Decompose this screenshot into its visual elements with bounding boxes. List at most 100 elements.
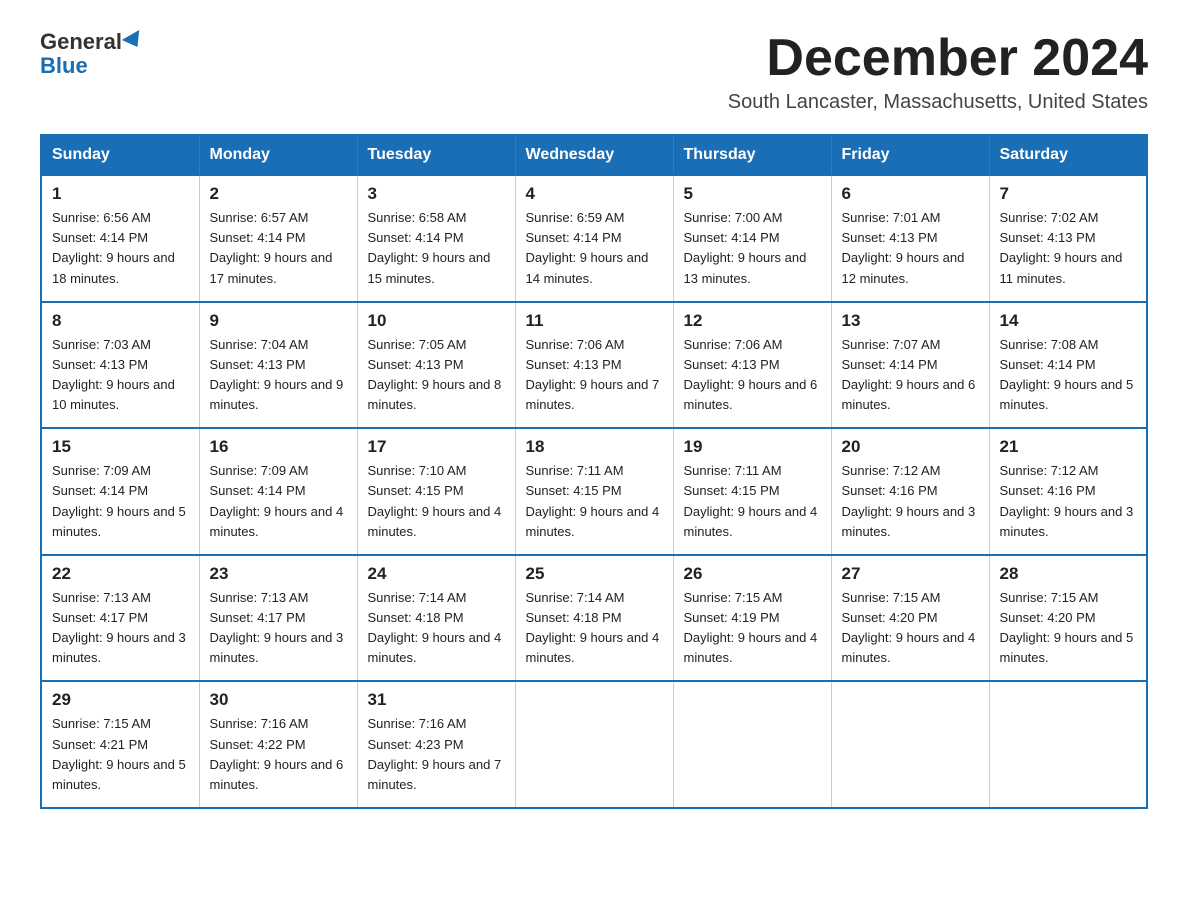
day-info: Sunrise: 6:58 AMSunset: 4:14 PMDaylight:… [368, 210, 491, 285]
calendar-day [831, 681, 989, 808]
day-number: 1 [52, 184, 189, 204]
day-number: 22 [52, 564, 189, 584]
day-info: Sunrise: 7:12 AMSunset: 4:16 PMDaylight:… [842, 463, 976, 538]
day-info: Sunrise: 7:13 AMSunset: 4:17 PMDaylight:… [210, 590, 344, 665]
calendar-day: 12 Sunrise: 7:06 AMSunset: 4:13 PMDayligh… [673, 302, 831, 429]
day-number: 8 [52, 311, 189, 331]
calendar-day: 5 Sunrise: 7:00 AMSunset: 4:14 PMDaylight… [673, 175, 831, 302]
day-number: 5 [684, 184, 821, 204]
day-number: 10 [368, 311, 505, 331]
calendar-week-3: 15Sunrise: 7:09 AMSunset: 4:14 PMDayligh… [41, 428, 1147, 555]
day-number: 19 [684, 437, 821, 457]
logo-general-text: General [40, 29, 122, 54]
day-info: Sunrise: 7:15 AMSunset: 4:19 PMDaylight:… [684, 590, 818, 665]
day-info: Sunrise: 7:16 AMSunset: 4:23 PMDaylight:… [368, 716, 502, 791]
calendar-day: 6 Sunrise: 7:01 AMSunset: 4:13 PMDaylight… [831, 175, 989, 302]
calendar-day: 1 Sunrise: 6:56 AMSunset: 4:14 PMDaylight… [41, 175, 199, 302]
calendar-day: 14 Sunrise: 7:08 AMSunset: 4:14 PMDayligh… [989, 302, 1147, 429]
day-info: Sunrise: 7:06 AMSunset: 4:13 PMDaylight:… [526, 337, 660, 412]
day-number: 14 [1000, 311, 1137, 331]
calendar-day: 13Sunrise: 7:07 AMSunset: 4:14 PMDayligh… [831, 302, 989, 429]
calendar-day: 29 Sunrise: 7:15 AMSunset: 4:21 PMDayligh… [41, 681, 199, 808]
day-info: Sunrise: 6:57 AMSunset: 4:14 PMDaylight:… [210, 210, 333, 285]
calendar-header: SundayMondayTuesdayWednesdayThursdayFrid… [41, 135, 1147, 175]
calendar-day: 8Sunrise: 7:03 AMSunset: 4:13 PMDaylight… [41, 302, 199, 429]
calendar-day: 26 Sunrise: 7:15 AMSunset: 4:19 PMDayligh… [673, 555, 831, 682]
day-info: Sunrise: 7:00 AMSunset: 4:14 PMDaylight:… [684, 210, 807, 285]
calendar-day: 30 Sunrise: 7:16 AMSunset: 4:22 PMDayligh… [199, 681, 357, 808]
day-number: 29 [52, 690, 189, 710]
header-cell-saturday: Saturday [989, 135, 1147, 175]
day-number: 6 [842, 184, 979, 204]
calendar-day: 31 Sunrise: 7:16 AMSunset: 4:23 PMDayligh… [357, 681, 515, 808]
day-number: 7 [1000, 184, 1137, 204]
calendar-day: 3Sunrise: 6:58 AMSunset: 4:14 PMDaylight… [357, 175, 515, 302]
calendar-day: 7Sunrise: 7:02 AMSunset: 4:13 PMDaylight… [989, 175, 1147, 302]
day-number: 26 [684, 564, 821, 584]
header-cell-sunday: Sunday [41, 135, 199, 175]
day-info: Sunrise: 7:01 AMSunset: 4:13 PMDaylight:… [842, 210, 965, 285]
day-number: 31 [368, 690, 505, 710]
day-info: Sunrise: 7:09 AMSunset: 4:14 PMDaylight:… [52, 463, 186, 538]
day-info: Sunrise: 6:56 AMSunset: 4:14 PMDaylight:… [52, 210, 175, 285]
day-number: 30 [210, 690, 347, 710]
day-number: 20 [842, 437, 979, 457]
day-number: 11 [526, 311, 663, 331]
header-cell-tuesday: Tuesday [357, 135, 515, 175]
calendar-day: 19 Sunrise: 7:11 AMSunset: 4:15 PMDayligh… [673, 428, 831, 555]
header-row: SundayMondayTuesdayWednesdayThursdayFrid… [41, 135, 1147, 175]
day-number: 27 [842, 564, 979, 584]
day-info: Sunrise: 7:06 AMSunset: 4:13 PMDaylight:… [684, 337, 818, 412]
day-info: Sunrise: 7:10 AMSunset: 4:15 PMDaylight:… [368, 463, 502, 538]
day-number: 17 [368, 437, 505, 457]
day-number: 12 [684, 311, 821, 331]
header-cell-thursday: Thursday [673, 135, 831, 175]
month-title: December 2024 [728, 30, 1148, 87]
calendar-day: 16Sunrise: 7:09 AMSunset: 4:14 PMDayligh… [199, 428, 357, 555]
calendar-day: 24 Sunrise: 7:14 AMSunset: 4:18 PMDayligh… [357, 555, 515, 682]
day-info: Sunrise: 7:08 AMSunset: 4:14 PMDaylight:… [1000, 337, 1134, 412]
day-number: 2 [210, 184, 347, 204]
calendar-week-1: 1 Sunrise: 6:56 AMSunset: 4:14 PMDaylight… [41, 175, 1147, 302]
day-info: Sunrise: 7:15 AMSunset: 4:21 PMDaylight:… [52, 716, 186, 791]
day-info: Sunrise: 7:14 AMSunset: 4:18 PMDaylight:… [368, 590, 502, 665]
day-number: 25 [526, 564, 663, 584]
day-number: 24 [368, 564, 505, 584]
logo-triangle-icon [122, 30, 146, 52]
day-info: Sunrise: 7:12 AMSunset: 4:16 PMDaylight:… [1000, 463, 1134, 538]
day-number: 9 [210, 311, 347, 331]
day-info: Sunrise: 7:11 AMSunset: 4:15 PMDaylight:… [684, 463, 818, 538]
calendar-day: 9Sunrise: 7:04 AMSunset: 4:13 PMDaylight… [199, 302, 357, 429]
calendar-week-2: 8Sunrise: 7:03 AMSunset: 4:13 PMDaylight… [41, 302, 1147, 429]
calendar-day: 18 Sunrise: 7:11 AMSunset: 4:15 PMDayligh… [515, 428, 673, 555]
calendar-day: 11 Sunrise: 7:06 AMSunset: 4:13 PMDayligh… [515, 302, 673, 429]
header-cell-monday: Monday [199, 135, 357, 175]
day-number: 21 [1000, 437, 1137, 457]
day-number: 18 [526, 437, 663, 457]
calendar-day: 10 Sunrise: 7:05 AMSunset: 4:13 PMDayligh… [357, 302, 515, 429]
day-number: 13 [842, 311, 979, 331]
header-cell-wednesday: Wednesday [515, 135, 673, 175]
day-info: Sunrise: 7:15 AMSunset: 4:20 PMDaylight:… [842, 590, 976, 665]
calendar-week-4: 22 Sunrise: 7:13 AMSunset: 4:17 PMDayligh… [41, 555, 1147, 682]
calendar-body: 1 Sunrise: 6:56 AMSunset: 4:14 PMDaylight… [41, 175, 1147, 808]
day-info: Sunrise: 6:59 AMSunset: 4:14 PMDaylight:… [526, 210, 649, 285]
calendar-table: SundayMondayTuesdayWednesdayThursdayFrid… [40, 134, 1148, 809]
page-header: General Blue December 2024 South Lancast… [40, 30, 1148, 114]
day-info: Sunrise: 7:11 AMSunset: 4:15 PMDaylight:… [526, 463, 660, 538]
calendar-day: 2 Sunrise: 6:57 AMSunset: 4:14 PMDaylight… [199, 175, 357, 302]
day-number: 28 [1000, 564, 1137, 584]
calendar-day: 25Sunrise: 7:14 AMSunset: 4:18 PMDayligh… [515, 555, 673, 682]
logo-blue-text: Blue [40, 54, 144, 78]
day-info: Sunrise: 7:15 AMSunset: 4:20 PMDaylight:… [1000, 590, 1134, 665]
calendar-day [515, 681, 673, 808]
day-info: Sunrise: 7:05 AMSunset: 4:13 PMDaylight:… [368, 337, 502, 412]
day-number: 4 [526, 184, 663, 204]
calendar-day: 27 Sunrise: 7:15 AMSunset: 4:20 PMDayligh… [831, 555, 989, 682]
location-text: South Lancaster, Massachusetts, United S… [728, 91, 1148, 114]
calendar-day: 4 Sunrise: 6:59 AMSunset: 4:14 PMDaylight… [515, 175, 673, 302]
calendar-day: 21 Sunrise: 7:12 AMSunset: 4:16 PMDayligh… [989, 428, 1147, 555]
header-cell-friday: Friday [831, 135, 989, 175]
calendar-day: 17 Sunrise: 7:10 AMSunset: 4:15 PMDayligh… [357, 428, 515, 555]
day-info: Sunrise: 7:16 AMSunset: 4:22 PMDaylight:… [210, 716, 344, 791]
